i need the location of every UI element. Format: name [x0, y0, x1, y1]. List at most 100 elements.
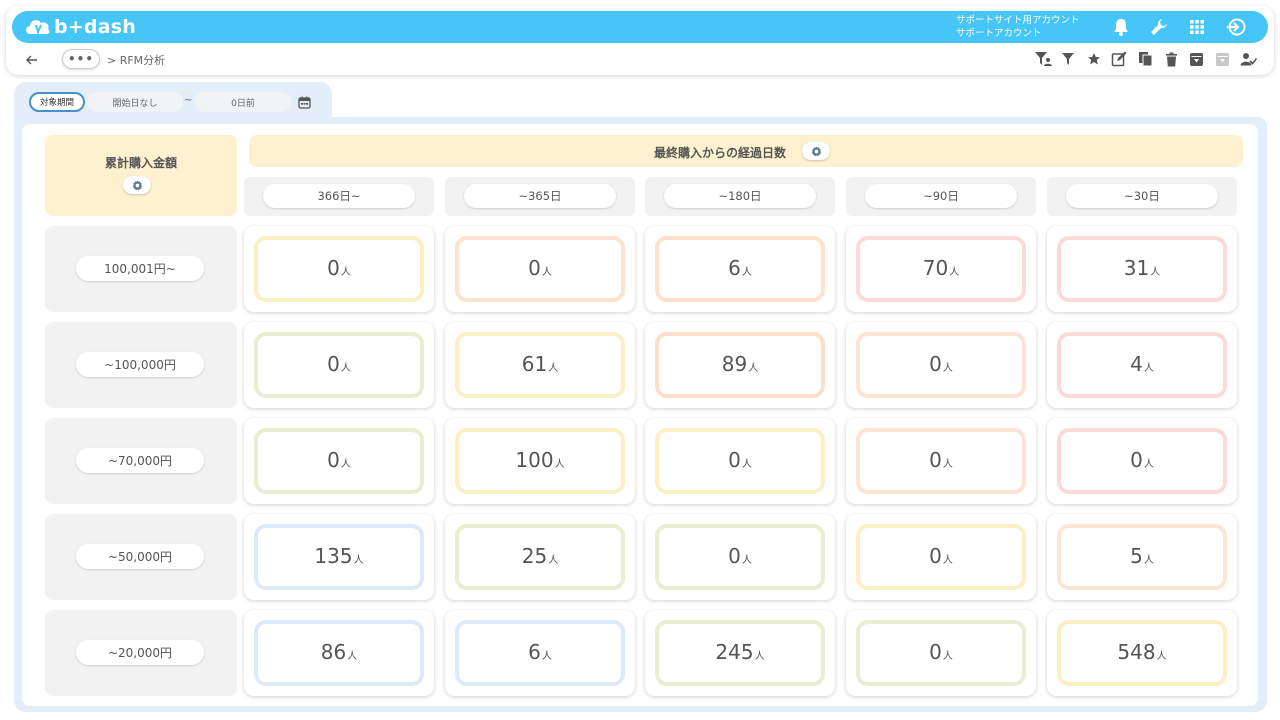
monetary-axis-header: 累計購入金額 — [45, 135, 237, 216]
segment-cell[interactable]: 0人 — [244, 418, 434, 504]
column-header-label[interactable]: ~365日 — [464, 184, 616, 208]
star-icon[interactable] — [1083, 49, 1105, 69]
segment-count: 70 — [922, 256, 949, 280]
segment-unit: 人 — [554, 459, 565, 470]
segment-cell-box: 0人 — [455, 236, 625, 302]
segment-unit: 人 — [741, 459, 752, 470]
segment-cell[interactable]: 0人 — [645, 418, 835, 504]
filter-icon[interactable] — [1057, 49, 1079, 69]
bell-icon[interactable] — [1109, 16, 1133, 38]
row-header-label[interactable]: ~100,000円 — [76, 352, 204, 377]
segment-count: 6 — [728, 256, 741, 280]
segment-cell[interactable]: 0人 — [244, 322, 434, 408]
segment-cell-box: 86 人 — [254, 620, 424, 686]
end-date-field[interactable]: 0日前 — [195, 92, 291, 112]
logout-icon[interactable] — [1224, 16, 1248, 38]
row-header-label[interactable]: ~70,000円 — [76, 448, 204, 473]
segment-cell[interactable]: 0人 — [445, 226, 635, 312]
segment-cell-box: 4人 — [1057, 332, 1227, 398]
row-header-label[interactable]: 100,001円~ — [76, 256, 204, 281]
segment-count: 4 — [1130, 352, 1143, 376]
segment-unit: 人 — [942, 363, 953, 374]
account-info[interactable]: サポートサイト用アカウント サポートアカウント — [956, 14, 1080, 40]
monetary-settings-gear-icon[interactable] — [123, 176, 151, 194]
filter-user-icon[interactable] — [1032, 49, 1054, 69]
segment-cell-box: 6人 — [655, 236, 825, 302]
row-header-label[interactable]: ~20,000円 — [76, 640, 204, 665]
segment-cell-box: 0人 — [856, 332, 1026, 398]
segment-cell[interactable]: 25 人 — [445, 514, 635, 600]
segment-cell[interactable]: 0人 — [244, 226, 434, 312]
user-check-icon[interactable] — [1237, 49, 1259, 69]
segment-unit: 人 — [942, 651, 953, 662]
segment-unit: 人 — [548, 555, 559, 566]
segment-count: 0 — [528, 256, 541, 280]
row-header-label[interactable]: ~50,000円 — [76, 544, 204, 569]
breadcrumb-current: > RFM分析 — [107, 54, 166, 67]
segment-unit: 人 — [942, 459, 953, 470]
segment-cell[interactable]: 89 人 — [645, 322, 835, 408]
segment-cell[interactable]: 86 人 — [244, 610, 434, 696]
segment-cell-box: 100 人 — [455, 428, 625, 494]
segment-count: 135 — [314, 544, 353, 568]
segment-cell[interactable]: 0人 — [846, 418, 1036, 504]
trash-icon[interactable] — [1160, 49, 1182, 69]
row-header: 100,001円~ — [45, 226, 237, 312]
column-header-label[interactable]: ~180日 — [664, 184, 816, 208]
segment-cell-box: 548 人 — [1057, 620, 1227, 686]
period-toggle-button[interactable]: 対象期間 — [29, 92, 85, 112]
segment-unit: 人 — [340, 363, 351, 374]
segment-cell[interactable]: 245 人 — [645, 610, 835, 696]
segment-cell[interactable]: 0人 — [645, 514, 835, 600]
back-arrow-icon[interactable] — [20, 50, 44, 70]
segment-count: 5 — [1130, 544, 1143, 568]
segment-cell[interactable]: 135 人 — [244, 514, 434, 600]
logo-text: b+dash — [54, 16, 136, 38]
segment-cell-box: 5人 — [1057, 524, 1227, 590]
start-date-field[interactable]: 開始日なし — [87, 92, 183, 112]
segment-cell[interactable]: 0人 — [846, 610, 1036, 696]
column-header-label[interactable]: ~90日 — [865, 184, 1017, 208]
segment-count: 89 — [721, 352, 748, 376]
apps-grid-icon[interactable] — [1185, 16, 1209, 38]
breadcrumb-more-button[interactable]: ••• — [62, 49, 100, 69]
segment-count: 25 — [521, 544, 548, 568]
segment-count: 0 — [929, 352, 942, 376]
logo[interactable]: b+dash — [24, 15, 136, 39]
segment-unit: 人 — [754, 651, 765, 662]
segment-count: 0 — [327, 256, 340, 280]
segment-cell-box: 0人 — [856, 524, 1026, 590]
column-header-label[interactable]: ~30日 — [1066, 184, 1218, 208]
edit-icon[interactable] — [1108, 49, 1130, 69]
copy-icon[interactable] — [1134, 49, 1156, 69]
segment-cell[interactable]: 548 人 — [1047, 610, 1237, 696]
segment-cell[interactable]: 6人 — [645, 226, 835, 312]
recency-settings-gear-icon[interactable] — [802, 142, 830, 160]
segment-count: 61 — [521, 352, 548, 376]
segment-unit: 人 — [347, 651, 358, 662]
segment-cell[interactable]: 100 人 — [445, 418, 635, 504]
segment-cell[interactable]: 0人 — [1047, 418, 1237, 504]
column-header: ~180日 — [645, 177, 835, 216]
segment-cell[interactable]: 0人 — [846, 514, 1036, 600]
segment-cell[interactable]: 4人 — [1047, 322, 1237, 408]
row-header: ~70,000円 — [45, 418, 237, 504]
segment-cell[interactable]: 5人 — [1047, 514, 1237, 600]
segment-unit: 人 — [748, 363, 759, 374]
download-box-icon[interactable] — [1185, 49, 1207, 69]
segment-count: 86 — [320, 640, 347, 664]
column-header-label[interactable]: 366日~ — [263, 184, 415, 208]
segment-unit: 人 — [548, 363, 559, 374]
segment-cell[interactable]: 6人 — [445, 610, 635, 696]
segment-unit: 人 — [353, 555, 364, 566]
segment-cell[interactable]: 61 人 — [445, 322, 635, 408]
column-header: ~30日 — [1047, 177, 1237, 216]
segment-cell[interactable]: 70 人 — [846, 226, 1036, 312]
segment-unit: 人 — [340, 267, 351, 278]
segment-cell[interactable]: 0人 — [846, 322, 1036, 408]
wrench-icon[interactable] — [1147, 16, 1171, 38]
segment-unit: 人 — [1143, 555, 1154, 566]
segment-count: 245 — [715, 640, 754, 664]
calendar-icon[interactable] — [294, 92, 314, 112]
segment-cell[interactable]: 31 人 — [1047, 226, 1237, 312]
